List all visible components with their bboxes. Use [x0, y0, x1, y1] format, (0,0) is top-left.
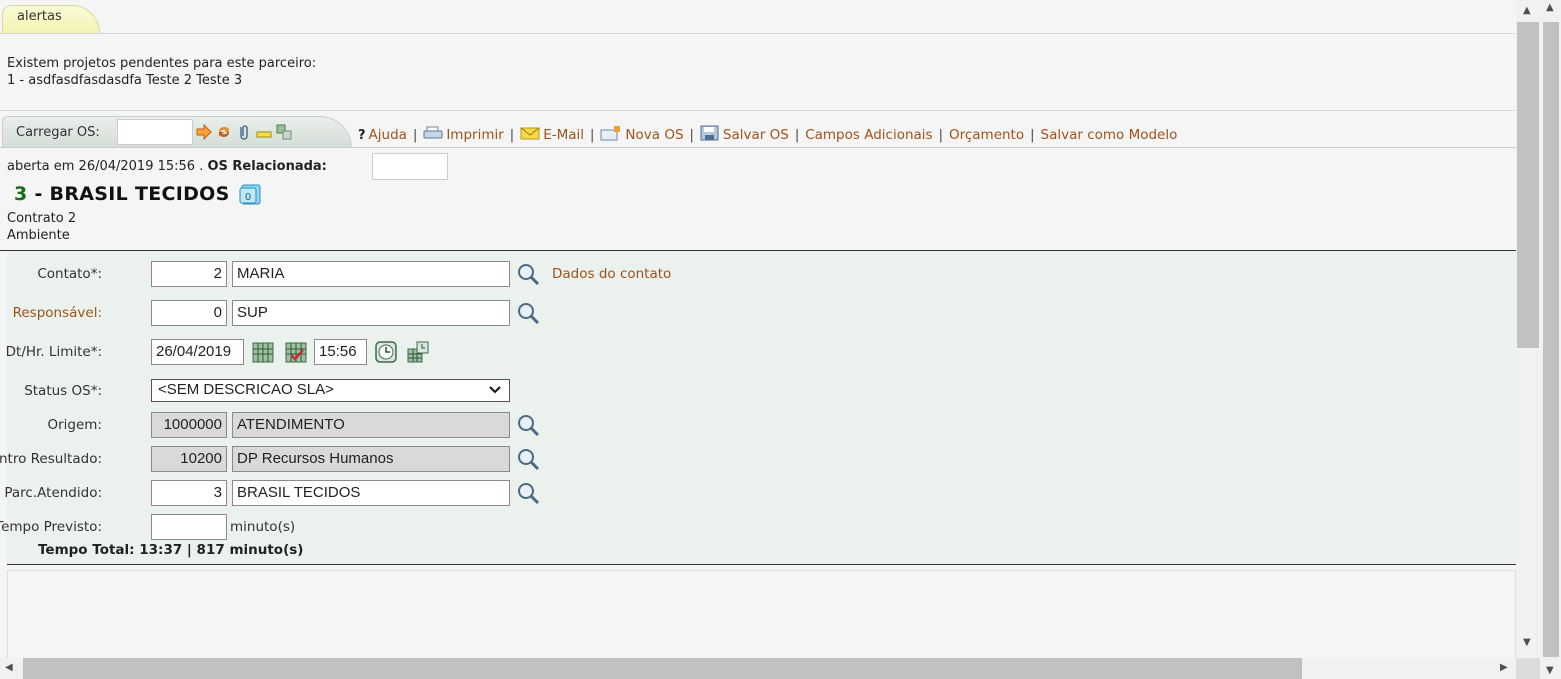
- scroll-up-icon[interactable]: ▲: [1523, 6, 1531, 16]
- contato-label: Contato*:: [37, 266, 102, 282]
- related-os-label: OS Relacionada:: [207, 159, 327, 174]
- related-os-input[interactable]: [372, 153, 448, 180]
- contato-code-input[interactable]: 2: [151, 261, 227, 287]
- alerts-divider: [0, 33, 1516, 34]
- os-title: - BRASIL TECIDOS: [34, 183, 230, 205]
- origem-name-input: ATENDIMENTO: [232, 412, 510, 438]
- contato-name-input[interactable]: MARIA: [232, 261, 510, 287]
- menu-campos-adicionais[interactable]: Campos Adicionais: [805, 127, 932, 143]
- os-number: 3: [14, 183, 28, 205]
- opened-info: aberta em 26/04/2019 15:56 . OS Relacion…: [7, 159, 327, 174]
- new-os-icon: [600, 125, 622, 145]
- alerts-bottom-divider: [0, 110, 1516, 111]
- search-icon[interactable]: [516, 413, 540, 437]
- chevron-down-icon: [489, 381, 501, 400]
- parceiro-code-input[interactable]: 3: [151, 480, 227, 506]
- outer-vertical-scroll-thumb[interactable]: [1543, 22, 1559, 657]
- inner-vertical-scroll-thumb[interactable]: [1517, 22, 1539, 348]
- centro-code-input: 10200: [151, 446, 227, 472]
- opened-text: aberta em 26/04/2019 15:56 .: [7, 159, 204, 174]
- menu-nova-os[interactable]: Nova OS: [600, 125, 684, 145]
- search-icon[interactable]: [516, 447, 540, 471]
- document-badge: 0: [245, 192, 251, 203]
- alerts-tab-label: alertas: [17, 9, 62, 24]
- calendar-check-icon[interactable]: [285, 341, 309, 365]
- search-icon[interactable]: [516, 481, 540, 505]
- refresh-icon[interactable]: [216, 124, 232, 140]
- alert-line-1: Existem projetos pendentes para este par…: [7, 56, 317, 71]
- alerts-body: Existem projetos pendentes para este par…: [7, 55, 316, 89]
- main-viewport: alertas Existem projetos pendentes para …: [0, 0, 1516, 658]
- menu-email[interactable]: E-Mail: [520, 126, 584, 144]
- contract-text: Contrato 2: [7, 211, 77, 226]
- centro-name-input: DP Recursos Humanos: [232, 446, 510, 472]
- load-os-input[interactable]: [117, 119, 193, 145]
- load-os-label: Carregar OS:: [16, 125, 100, 140]
- document-icon[interactable]: 0: [239, 184, 263, 205]
- tempo-previsto-label: Tempo Previsto:: [0, 519, 102, 535]
- responsavel-name-input[interactable]: SUP: [232, 300, 510, 326]
- horizontal-scroll-thumb[interactable]: [23, 658, 1302, 679]
- origem-label: Origem:: [47, 417, 102, 433]
- limite-date-input[interactable]: 26/04/2019: [151, 339, 244, 365]
- scroll-right-icon[interactable]: ▶: [1500, 663, 1508, 673]
- outer-scroll-down-icon[interactable]: ▼: [1546, 666, 1554, 676]
- alert-line-2: 1 - asdfasdfasdasdfa Teste 2 Teste 3: [7, 73, 243, 88]
- search-icon[interactable]: [516, 301, 540, 325]
- centro-label: Centro Resultado:: [0, 451, 102, 467]
- menu-salvar-modelo[interactable]: Salvar como Modelo: [1041, 127, 1178, 143]
- form-divider: [7, 564, 1516, 565]
- link-icon[interactable]: [276, 124, 292, 140]
- tempo-total: Tempo Total: 13:37 | 817 minuto(s): [38, 542, 304, 558]
- search-icon[interactable]: [516, 262, 540, 286]
- mail-icon: [520, 126, 540, 144]
- load-os-actions: [196, 123, 292, 141]
- environment-text: Ambiente: [7, 228, 70, 243]
- calendar-icon[interactable]: [252, 341, 276, 365]
- status-select[interactable]: <SEM DESCRICAO SLA>: [151, 379, 510, 402]
- scrollbar-corner: [1516, 658, 1540, 679]
- toolbar-menu: ? Ajuda | Imprimir | E-Mail | Nova OS | …: [358, 125, 1178, 145]
- bottom-pane: [7, 570, 1516, 658]
- arrow-right-icon[interactable]: [196, 123, 212, 141]
- tempo-previsto-input[interactable]: [151, 514, 227, 540]
- menu-salvar-os[interactable]: Salvar OS: [700, 125, 789, 145]
- key-icon[interactable]: [256, 124, 272, 140]
- outer-scroll-up-icon[interactable]: ▲: [1546, 3, 1554, 13]
- menu-orcamento[interactable]: Orçamento: [949, 127, 1024, 143]
- status-selected-value: <SEM DESCRICAO SLA>: [158, 381, 334, 398]
- alerts-tab[interactable]: alertas: [2, 5, 100, 33]
- page-title: 3 - BRASIL TECIDOS: [14, 183, 230, 205]
- clock-icon[interactable]: [375, 341, 399, 365]
- printer-icon: [423, 126, 443, 144]
- menu-ajuda[interactable]: ? Ajuda: [358, 127, 407, 143]
- limite-time-input[interactable]: 15:56: [314, 339, 367, 365]
- clip-icon[interactable]: [236, 124, 252, 140]
- scroll-down-icon[interactable]: ▼: [1523, 638, 1531, 648]
- origem-code-input: 1000000: [151, 412, 227, 438]
- save-icon: [700, 125, 720, 145]
- form-panel: [7, 251, 1516, 564]
- responsavel-label[interactable]: Responsável:: [13, 305, 102, 321]
- contact-details-link[interactable]: Dados do contato: [552, 266, 671, 282]
- scroll-left-icon[interactable]: ◀: [5, 663, 13, 673]
- toolbar-divider: [0, 147, 1516, 148]
- menu-imprimir[interactable]: Imprimir: [423, 126, 504, 144]
- responsavel-code-input[interactable]: 0: [151, 300, 227, 326]
- parceiro-label: Parc.Atendido:: [4, 485, 102, 501]
- clock-calendar-icon[interactable]: [407, 341, 431, 365]
- status-label: Status OS*:: [24, 383, 102, 399]
- tempo-previsto-unit: minuto(s): [230, 519, 296, 535]
- parceiro-name-input[interactable]: BRASIL TECIDOS: [232, 480, 510, 506]
- help-icon: ?: [358, 127, 366, 143]
- limite-label: Dt/Hr. Limite*:: [5, 344, 102, 360]
